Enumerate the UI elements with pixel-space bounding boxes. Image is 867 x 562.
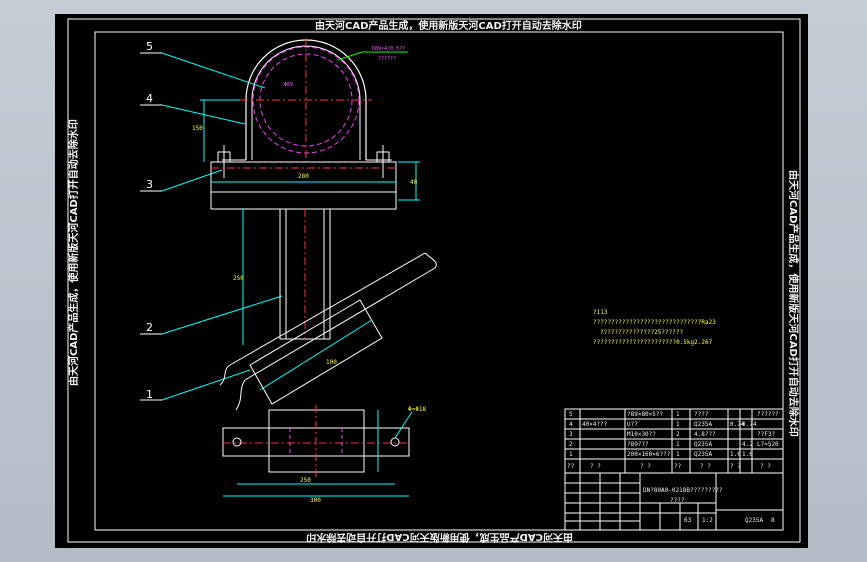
drawing-text: 40 bbox=[410, 179, 418, 186]
drawing-text: 200×160×6??? bbox=[627, 451, 671, 458]
drawing-text: Φ=Φ18 bbox=[408, 406, 426, 413]
drawing-text: 40×4??? bbox=[582, 421, 608, 428]
drawing-text: DN?80A0-0218B????????? bbox=[643, 487, 723, 494]
drawing-text: Q235A bbox=[694, 441, 712, 448]
drawing-text: 1 bbox=[569, 451, 573, 458]
drawing-text: 1.6 bbox=[730, 451, 741, 458]
drawing-text: ???????????????????????0.5kg2.267 bbox=[593, 339, 713, 346]
drawing-text: 3 bbox=[569, 431, 573, 438]
drawing-text: ? ? bbox=[730, 463, 741, 470]
inclined-pipe: 100 bbox=[219, 252, 437, 411]
drawing-text: ???? bbox=[694, 411, 709, 418]
drawing-text: ?? bbox=[674, 463, 682, 470]
drawing-text: Q235A bbox=[694, 421, 712, 428]
drawing-text: 250 bbox=[300, 477, 311, 484]
pipe-clamp: Φ89 bbox=[217, 38, 392, 178]
drawing-text: 8 bbox=[771, 517, 775, 524]
drawing-text: ?? bbox=[567, 463, 575, 470]
drawing-text: 1 bbox=[676, 411, 680, 418]
drawing-text: Φ89 bbox=[284, 82, 293, 88]
drawing-text: D89×4/0.5?? bbox=[372, 46, 405, 52]
watermark-top: 由天河CAD产品生成，使用新版天河CAD打开自动去除水印 bbox=[315, 19, 582, 32]
drawing-text: 300 bbox=[310, 497, 321, 504]
drawing-text: 63 bbox=[684, 517, 692, 524]
drawing-text: 280 bbox=[298, 173, 309, 180]
drawing-text: 100 bbox=[326, 359, 337, 366]
base-plate: Φ=Φ18 250 300 bbox=[222, 405, 426, 504]
drawing-text: U?? bbox=[627, 421, 638, 428]
callout-5: 5 bbox=[146, 40, 153, 53]
drawing-text: ??F3? bbox=[757, 431, 775, 438]
drawing-text: ???????????????25?????? bbox=[600, 329, 683, 336]
drawing-text: ?89??? bbox=[627, 441, 649, 448]
callout-1: 1 bbox=[146, 388, 153, 401]
drawing-text: L?=520 bbox=[757, 441, 779, 448]
drawing-text: Q235A bbox=[745, 517, 763, 524]
technical-notes: ?113 ??????????????????????????????Ra23 … bbox=[593, 309, 716, 346]
drawing-text: 4.8??? bbox=[694, 431, 716, 438]
title-block: DN?80A0-0218B????????? ???? Q235A 8 1:2 … bbox=[564, 472, 784, 531]
drawing-text: ?????? bbox=[757, 411, 779, 418]
drawing-text: ?89×80×5?? bbox=[627, 411, 664, 418]
drawing-text: 1:2 bbox=[702, 517, 713, 524]
drawing-text: ? ? bbox=[590, 463, 601, 470]
drawing-text: ? ? bbox=[640, 463, 651, 470]
drawing-text: ?????? bbox=[378, 56, 396, 62]
drawing-text: 1 bbox=[676, 451, 680, 458]
drawing-text: ? ? bbox=[700, 463, 711, 470]
callout-2: 2 bbox=[146, 321, 153, 334]
vertical-shaft: 250 bbox=[233, 208, 331, 345]
drawing-text: M10×30?? bbox=[627, 431, 656, 438]
drawing-text: 0.74 bbox=[742, 421, 757, 428]
bom-table: 5 ?89×80×5?? 1 ???? ?????? 4 40×4??? U??… bbox=[564, 408, 784, 474]
drawing-text: 5 bbox=[569, 411, 573, 418]
drawing-text: ?113 bbox=[593, 309, 608, 316]
watermark-left: 由天河CAD产品生成，使用新版天河CAD打开自动去除水印 bbox=[67, 119, 80, 386]
watermark-right: 由天河CAD产品生成，使用新版天河CAD打开自动去除水印 bbox=[787, 170, 800, 437]
cad-drawing: 由天河CAD产品生成，使用新版天河CAD打开自动去除水印 由天河CAD产品生成，… bbox=[67, 18, 801, 544]
drawing-text: ???? bbox=[670, 497, 685, 504]
drawing-text: ??????????????????????????????Ra23 bbox=[593, 319, 716, 326]
drawing-text: 1 bbox=[676, 421, 680, 428]
drawing-text: 1 bbox=[676, 441, 680, 448]
watermark-bottom: 由天河CAD产品生成，使用新版天河CAD打开自动去除水印 bbox=[306, 531, 573, 544]
inner-frame bbox=[94, 31, 784, 531]
callout-3: 3 bbox=[146, 178, 153, 191]
drawing-text: 250 bbox=[233, 275, 244, 282]
drawing-text: 2 bbox=[676, 431, 680, 438]
drawing-text: 4 bbox=[569, 421, 573, 428]
drawing-text: 150 bbox=[192, 125, 203, 132]
annotation-top: D89×4/0.5?? ?????? bbox=[337, 46, 408, 62]
drawing-text: 2 bbox=[569, 441, 573, 448]
drawing-text: ? ? bbox=[760, 463, 771, 470]
drawing-text: Q235A bbox=[694, 451, 712, 458]
drawing-text: 1.6 bbox=[742, 451, 753, 458]
callout-4: 4 bbox=[146, 92, 153, 105]
drawing-text: 4.2 bbox=[742, 441, 753, 448]
